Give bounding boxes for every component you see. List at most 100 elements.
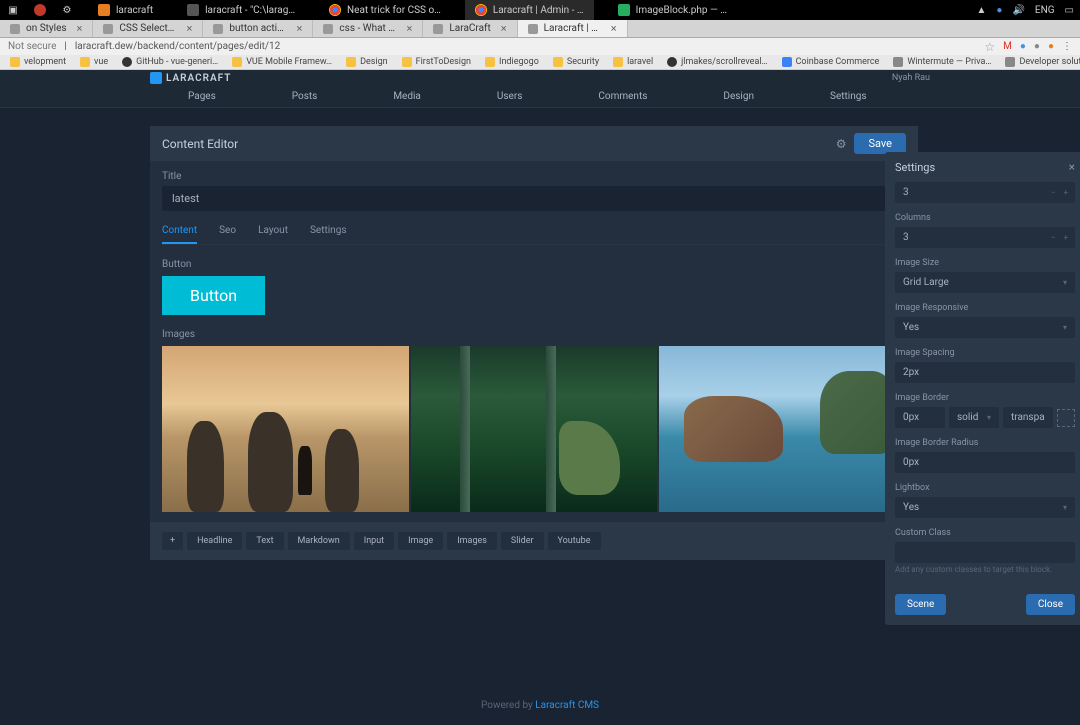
- nav-design[interactable]: Design: [685, 86, 792, 107]
- preview-button[interactable]: Button: [162, 276, 265, 315]
- border-style-select[interactable]: solid▾: [949, 407, 999, 428]
- os-tab-1[interactable]: laracraft - "C:\larag…: [177, 0, 305, 20]
- tab-layout[interactable]: Layout: [258, 225, 288, 244]
- bookmark-4[interactable]: Design: [340, 56, 394, 68]
- close-icon[interactable]: ×: [187, 22, 193, 35]
- title-input[interactable]: [162, 186, 906, 211]
- tab-content[interactable]: Content: [162, 225, 197, 244]
- security-status[interactable]: Not secure: [8, 41, 56, 52]
- os-tray-icon[interactable]: ▲: [977, 5, 987, 16]
- border-color-input[interactable]: [1003, 407, 1053, 428]
- tool-headline[interactable]: Headline: [187, 532, 242, 550]
- close-icon[interactable]: ×: [611, 22, 617, 35]
- responsive-select[interactable]: Yes▾: [895, 317, 1075, 338]
- radius-label: Image Border Radius: [895, 438, 1075, 448]
- block-toolbar: + Headline Text Markdown Input Image Ima…: [150, 522, 918, 560]
- image-3[interactable]: [659, 346, 906, 512]
- os-settings-icon[interactable]: ⚙: [60, 3, 74, 17]
- bookmark-6[interactable]: Indiegogo: [479, 56, 545, 68]
- os-volume-icon[interactable]: 🔊: [1012, 5, 1024, 16]
- browser-tab-3[interactable]: css - What is the differ…×: [313, 20, 423, 37]
- content-editor-card: Content Editor ⚙ Save Title Content Seo …: [150, 126, 918, 560]
- browser-tab-0[interactable]: on Styles×: [0, 20, 93, 37]
- tab-settings[interactable]: Settings: [310, 225, 347, 244]
- close-icon[interactable]: ×: [1069, 160, 1075, 174]
- bookmark-10[interactable]: Coinbase Commerce: [776, 56, 886, 68]
- tool-image[interactable]: Image: [398, 532, 443, 550]
- os-tray-icon[interactable]: ●: [996, 5, 1002, 16]
- gmail-icon[interactable]: M: [1003, 41, 1012, 52]
- os-tab-4[interactable]: ImageBlock.php — …: [608, 0, 737, 20]
- bookmark-7[interactable]: Security: [547, 56, 605, 68]
- border-preview-icon[interactable]: [1057, 409, 1075, 427]
- url-text[interactable]: laracraft.dew/backend/content/pages/edit…: [75, 41, 977, 52]
- os-notifications-icon[interactable]: ▭: [1065, 5, 1074, 16]
- ext-icon[interactable]: ●: [1048, 41, 1054, 52]
- close-icon[interactable]: ×: [297, 22, 303, 35]
- logo[interactable]: LARACRAFT: [150, 72, 231, 84]
- os-menu-icon[interactable]: ▣: [6, 3, 20, 17]
- close-icon[interactable]: ×: [407, 22, 413, 35]
- image-size-select[interactable]: Grid Large▾: [895, 272, 1075, 293]
- border-width-input[interactable]: [895, 407, 945, 428]
- tool-slider[interactable]: Slider: [501, 532, 544, 550]
- os-tab-2[interactable]: Neat trick for CSS o…: [319, 0, 451, 20]
- stepper-down-icon[interactable]: −: [1048, 233, 1059, 242]
- ext-icon[interactable]: ●: [1034, 41, 1040, 52]
- bookmark-2[interactable]: GitHub - vue-generi…: [116, 56, 224, 68]
- nav-pages[interactable]: Pages: [150, 86, 254, 107]
- browser-tab-2[interactable]: button active focus hov…×: [203, 20, 313, 37]
- settings-title: Settings: [895, 161, 1069, 174]
- nav-posts[interactable]: Posts: [254, 86, 356, 107]
- gear-icon[interactable]: ⚙: [836, 137, 847, 151]
- ext-icon[interactable]: ●: [1020, 41, 1026, 52]
- nav-settings[interactable]: Settings: [792, 86, 905, 107]
- os-tab-0[interactable]: laracraft: [88, 0, 163, 20]
- footer-link[interactable]: Laracraft CMS: [535, 700, 599, 711]
- lightbox-select[interactable]: Yes▾: [895, 497, 1075, 518]
- os-app-icon[interactable]: [34, 4, 46, 16]
- bookmark-5[interactable]: FirstToDesign: [396, 56, 477, 68]
- logo-icon: [150, 72, 162, 84]
- tool-text[interactable]: Text: [246, 532, 283, 550]
- browser-tab-4[interactable]: LaraCraft×: [423, 20, 517, 37]
- nav-media[interactable]: Media: [355, 86, 459, 107]
- radius-input[interactable]: [895, 452, 1075, 473]
- close-button[interactable]: Close: [1026, 594, 1075, 615]
- bookmark-3[interactable]: VUE Mobile Framew…: [226, 56, 338, 68]
- tool-youtube[interactable]: Youtube: [548, 532, 601, 550]
- os-tab-3[interactable]: Laracraft | Admin - …: [465, 0, 594, 20]
- browser-tab-1[interactable]: CSS Selectors Reference×: [93, 20, 203, 37]
- spacing-input[interactable]: [895, 362, 1075, 383]
- settings-panel: Settings × −+ Columns −+ Image Size: [885, 152, 1080, 625]
- image-1[interactable]: [162, 346, 409, 512]
- bookmark-8[interactable]: laravel: [607, 56, 659, 68]
- nav-users[interactable]: Users: [459, 86, 561, 107]
- save-button[interactable]: Save: [854, 133, 906, 154]
- bookmark-0[interactable]: velopment: [4, 56, 72, 68]
- tool-images[interactable]: Images: [447, 532, 497, 550]
- tool-add[interactable]: +: [162, 532, 183, 550]
- bookmark-11[interactable]: Wintermute — Priva…: [887, 56, 997, 68]
- stepper-down-icon[interactable]: −: [1048, 188, 1059, 197]
- user-name[interactable]: Nyah Rau: [892, 73, 930, 83]
- custom-class-input[interactable]: [895, 542, 1075, 563]
- tab-seo[interactable]: Seo: [219, 225, 236, 244]
- os-lang[interactable]: ENG: [1035, 5, 1055, 16]
- border-label: Image Border: [895, 393, 1075, 403]
- tool-input[interactable]: Input: [354, 532, 394, 550]
- nav-comments[interactable]: Comments: [560, 86, 685, 107]
- menu-icon[interactable]: ⋮: [1062, 41, 1072, 52]
- close-icon[interactable]: ×: [77, 22, 83, 35]
- tool-markdown[interactable]: Markdown: [288, 532, 350, 550]
- browser-tab-5[interactable]: Laracraft | Admin×: [518, 20, 628, 37]
- stepper-up-icon[interactable]: +: [1060, 233, 1071, 242]
- bookmark-12[interactable]: Developer solution c…: [999, 56, 1080, 68]
- bookmark-9[interactable]: jlmakes/scrollreveal…: [661, 56, 773, 68]
- bookmark-star-icon[interactable]: ☆: [984, 40, 995, 54]
- image-2[interactable]: [411, 346, 658, 512]
- stepper-up-icon[interactable]: +: [1060, 188, 1071, 197]
- close-icon[interactable]: ×: [501, 22, 507, 35]
- bookmark-1[interactable]: vue: [74, 56, 114, 68]
- scene-button[interactable]: Scene: [895, 594, 946, 615]
